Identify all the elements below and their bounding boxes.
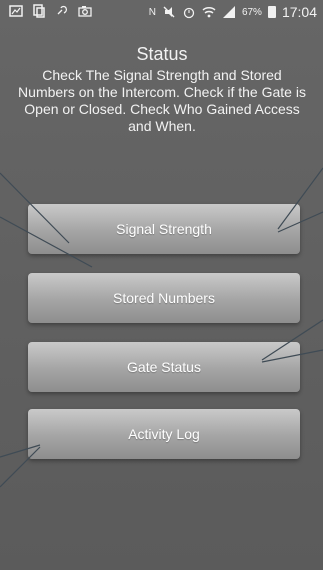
gallery-icon: [9, 4, 23, 18]
link-icon: [55, 4, 69, 18]
activity-log-button[interactable]: Activity Log: [28, 409, 300, 459]
mute-icon: [162, 5, 176, 19]
page-description: Check The Signal Strength and Stored Num…: [18, 67, 306, 134]
battery-percent: 67%: [241, 6, 262, 18]
copy-icon: [32, 4, 46, 18]
battery-icon: [267, 6, 276, 18]
wifi-icon: [202, 5, 216, 19]
status-bar: N 67% 17:04: [0, 0, 323, 24]
status-time: 17:04: [281, 4, 317, 20]
signal-icon: [222, 5, 236, 19]
gate-status-button[interactable]: Gate Status: [28, 342, 300, 392]
camera-icon: [78, 4, 92, 18]
status-left-icons: [9, 4, 92, 18]
alarm-icon: [182, 5, 196, 19]
stored-numbers-button[interactable]: Stored Numbers: [28, 273, 300, 323]
nfc-icon: N: [148, 6, 156, 18]
status-screen: N 67% 17:04 Status Check The Signal Stre…: [0, 0, 323, 570]
status-header: Status Check The Signal Strength and Sto…: [12, 44, 312, 135]
signal-strength-button[interactable]: Signal Strength: [28, 204, 300, 254]
page-title: Status: [136, 44, 188, 64]
status-right-icons: N 67% 17:04: [149, 4, 317, 20]
